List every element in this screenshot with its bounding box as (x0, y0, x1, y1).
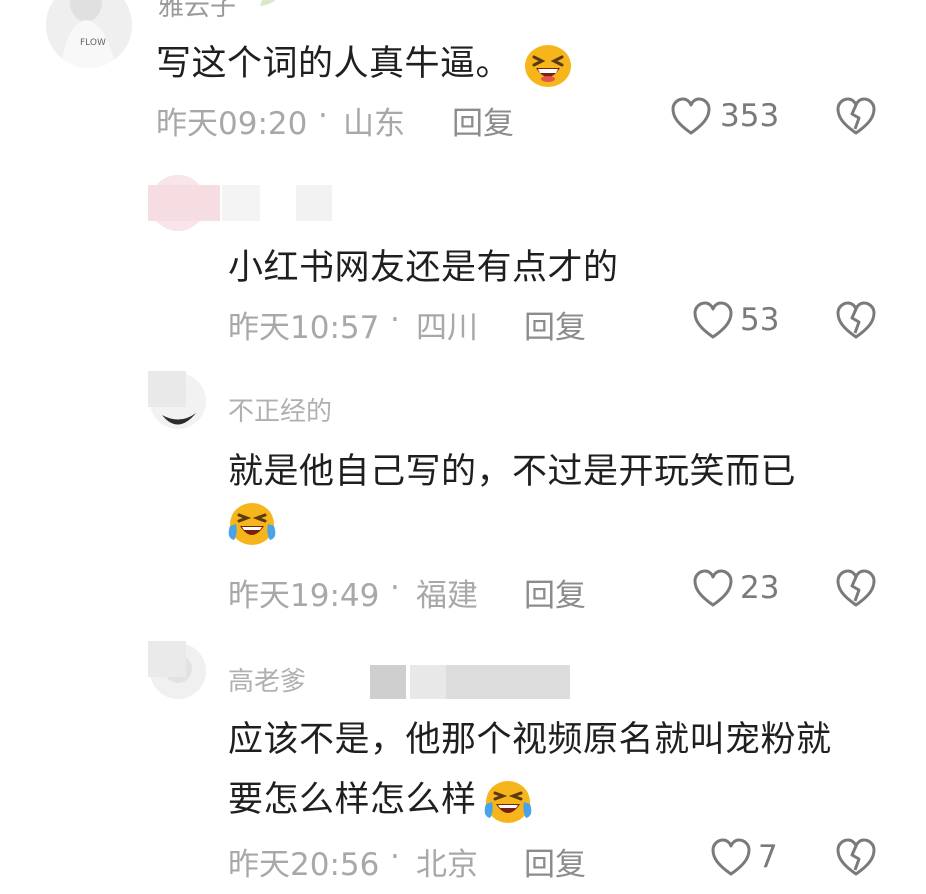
username-masked (296, 185, 332, 221)
comment-3: 不正经的 就是他自己写的，不过是开玩笑而已 昨天19:49 · 福建 回复 23 (0, 365, 926, 615)
meta-separator: · (318, 98, 328, 134)
comment-username[interactable]: 不正经的 (228, 391, 332, 428)
comment-time: 昨天19:49 (228, 578, 380, 614)
comment-time: 昨天20:56 (228, 847, 380, 883)
comment-time: 昨天10:57 (228, 310, 380, 346)
username-masked (148, 185, 220, 221)
comment-location: 四川 (416, 310, 478, 346)
comment-text: 写这个词的人真牛逼。 (156, 35, 572, 92)
comment-text-line-2: 要怎么样怎么样 (228, 771, 534, 830)
meta-separator: · (390, 570, 400, 606)
heart-outline-icon[interactable] (710, 838, 752, 882)
broken-heart-icon[interactable] (835, 569, 877, 613)
comment-location: 福建 (416, 578, 478, 614)
comment-username[interactable]: 高老爹 (228, 661, 306, 698)
username-masked (410, 665, 446, 699)
comment-text: 小红书网友还是有点才的 (228, 248, 619, 288)
like-count: 23 (740, 570, 780, 606)
comment-4: 高老爹 应该不是，他那个视频原名就叫宠粉就 要怎么样怎么样 昨天20:56 · … (0, 635, 926, 894)
reply-button[interactable]: 回复 (524, 302, 586, 347)
heart-outline-icon[interactable] (670, 97, 712, 141)
comment-text-line-1: 应该不是，他那个视频原名就叫宠粉就 (228, 720, 832, 760)
comment-time: 昨天09:20 (156, 106, 308, 142)
like-count: 53 (740, 302, 780, 338)
username-masked (148, 641, 186, 677)
leaf-icon (258, 0, 284, 12)
comment-username[interactable]: 雅云子 (158, 0, 236, 23)
heart-outline-icon[interactable] (692, 301, 734, 345)
laughing-crying-emoji-icon (482, 778, 534, 830)
broken-heart-icon[interactable] (835, 97, 877, 141)
username-masked (446, 665, 570, 699)
username-masked (148, 371, 186, 407)
avatar-label: FLOW (80, 38, 106, 48)
meta-separator: · (390, 302, 400, 338)
broken-heart-icon[interactable] (835, 301, 877, 345)
heart-outline-icon[interactable] (692, 569, 734, 613)
reply-button[interactable]: 回复 (452, 98, 514, 143)
comment-1: FLOW 雅云子 写这个词的人真牛逼。 昨天09:20 · 山东 回复 353 (0, 0, 926, 150)
comment-text: 就是他自己写的，不过是开玩笑而已 (228, 452, 797, 492)
comment-location: 北京 (416, 847, 478, 883)
reply-button[interactable]: 回复 (524, 570, 586, 615)
avatar-image (46, 0, 132, 68)
avatar[interactable]: FLOW (46, 0, 132, 68)
meta-separator: · (390, 839, 400, 875)
grinning-squint-emoji-icon (524, 44, 572, 92)
laughing-crying-emoji-icon (226, 500, 278, 552)
broken-heart-icon[interactable] (835, 838, 877, 882)
like-count: 353 (720, 98, 780, 134)
comment-2: 小红书网友还是有点才的 昨天10:57 · 四川 回复 53 (0, 165, 926, 347)
comment-location: 山东 (343, 106, 405, 142)
reply-button[interactable]: 回复 (524, 839, 586, 884)
username-masked (370, 665, 406, 699)
like-count: 7 (758, 839, 778, 875)
username-masked (222, 185, 260, 221)
